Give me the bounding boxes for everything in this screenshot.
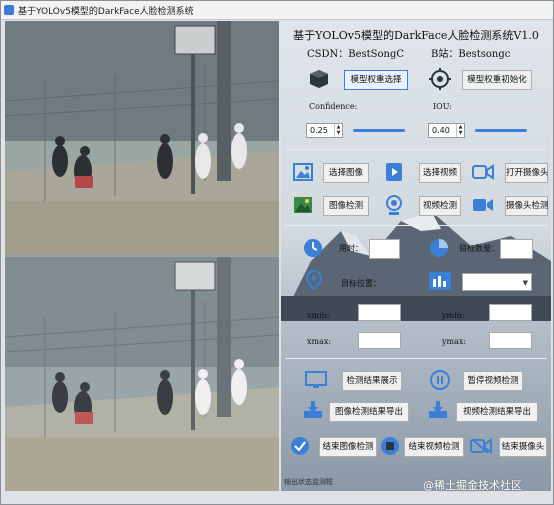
xmin-field bbox=[358, 304, 401, 321]
end-image-button[interactable]: 结束图像检测 bbox=[319, 437, 377, 457]
confidence-spinbox[interactable]: 0.25 ▲ ▼ bbox=[306, 123, 343, 138]
target-count-field bbox=[500, 239, 533, 259]
target-count-label: 目标数量： bbox=[459, 244, 499, 253]
end-camera-button[interactable]: 结束摄像头 bbox=[499, 437, 547, 457]
title-bar: 基于YOLOv5模型的DarkFace人脸检测系统 bbox=[1, 1, 553, 20]
confidence-slider[interactable] bbox=[353, 129, 405, 132]
cube-icon bbox=[310, 70, 328, 88]
iou-label: IOU: bbox=[433, 102, 452, 111]
spin-arrows[interactable]: ▲ ▼ bbox=[456, 124, 464, 137]
show-results-button[interactable]: 检测结果展示 bbox=[342, 371, 402, 391]
model-select-button[interactable]: 模型权重选择 bbox=[344, 70, 408, 90]
stop-icon bbox=[381, 437, 399, 455]
video-camera-icon bbox=[473, 199, 493, 211]
xmax-label: xmax: bbox=[307, 337, 332, 346]
xmin-label: xmin: bbox=[307, 311, 330, 320]
confidence-label: Confidence: bbox=[309, 102, 358, 111]
chevron-down-icon[interactable]: ▼ bbox=[523, 279, 528, 287]
target-icon bbox=[429, 68, 451, 90]
webcam-icon bbox=[386, 195, 402, 215]
target-combo[interactable]: ▼ bbox=[462, 273, 532, 291]
export-image-button[interactable]: 图像检测结果导出 bbox=[329, 402, 409, 422]
camera-off-icon bbox=[470, 438, 492, 454]
image-detect-button[interactable]: 图像检测 bbox=[323, 196, 369, 216]
model-init-button[interactable]: 模型权重初始化 bbox=[462, 70, 532, 90]
download-icon bbox=[304, 401, 322, 418]
camera-detect-button[interactable]: 摄像头检测 bbox=[505, 196, 549, 216]
location-pin-icon bbox=[306, 270, 322, 290]
open-camera-button[interactable]: 打开摄像头 bbox=[505, 163, 549, 183]
divider bbox=[285, 358, 547, 359]
camera-outline-icon bbox=[472, 164, 494, 180]
confidence-value: 0.25 bbox=[310, 126, 328, 135]
ymin-field bbox=[489, 304, 532, 321]
iou-spinbox[interactable]: 0.40 ▲ ▼ bbox=[428, 123, 465, 138]
download-icon bbox=[429, 401, 447, 418]
check-circle-icon bbox=[291, 437, 309, 455]
iou-value: 0.40 bbox=[432, 126, 450, 135]
ymax-label: ymax: bbox=[442, 337, 467, 346]
control-panel: 基于YOLOv5模型的DarkFace人脸检测系统V1.0 CSDN：BestS… bbox=[281, 21, 551, 491]
end-video-button[interactable]: 结束视频检测 bbox=[404, 437, 464, 457]
select-video-button[interactable]: 选择视频 bbox=[419, 163, 461, 183]
display-area bbox=[5, 21, 279, 491]
result-frame bbox=[5, 257, 279, 491]
export-video-button[interactable]: 视频检测结果导出 bbox=[456, 402, 538, 422]
pie-chart-icon bbox=[430, 239, 448, 257]
xmax-field bbox=[358, 332, 401, 349]
select-image-button[interactable]: 选择图像 bbox=[323, 163, 369, 183]
original-frame bbox=[5, 21, 279, 255]
ymin-label: ymin: bbox=[442, 311, 465, 320]
landscape-icon bbox=[294, 197, 312, 213]
iou-slider[interactable] bbox=[475, 129, 527, 132]
system-title: 基于YOLOv5模型的DarkFace人脸检测系统V1.0 bbox=[293, 29, 539, 42]
target-position-label: 目标位置： bbox=[341, 279, 381, 288]
divider bbox=[285, 225, 547, 226]
bar-chart-icon bbox=[429, 272, 451, 290]
divider bbox=[285, 149, 547, 150]
pause-video-button[interactable]: 暂停视频检测 bbox=[463, 371, 523, 391]
window-title: 基于YOLOv5模型的DarkFace人脸检测系统 bbox=[18, 7, 194, 17]
monitor-icon bbox=[305, 371, 327, 388]
video-file-icon bbox=[386, 163, 402, 181]
bili-label: B站：Bestsongc bbox=[431, 49, 511, 60]
spin-arrows[interactable]: ▲ ▼ bbox=[334, 124, 342, 137]
clock-icon bbox=[304, 239, 322, 257]
time-label: 用时： bbox=[339, 244, 363, 253]
watermark: @稀土掘金技术社区 bbox=[423, 479, 522, 492]
main-window: 基于YOLOv5模型的DarkFace人脸检测系统 基于YOLOv5模型的Dar… bbox=[0, 0, 554, 505]
time-field bbox=[369, 239, 400, 259]
image-icon bbox=[293, 163, 313, 181]
ymax-field bbox=[489, 332, 532, 349]
video-detect-button[interactable]: 视频检测 bbox=[419, 196, 461, 216]
app-icon bbox=[4, 5, 14, 15]
csdn-label: CSDN：BestSongC bbox=[307, 49, 405, 60]
pause-icon bbox=[430, 370, 450, 390]
mountain-background bbox=[281, 211, 551, 321]
